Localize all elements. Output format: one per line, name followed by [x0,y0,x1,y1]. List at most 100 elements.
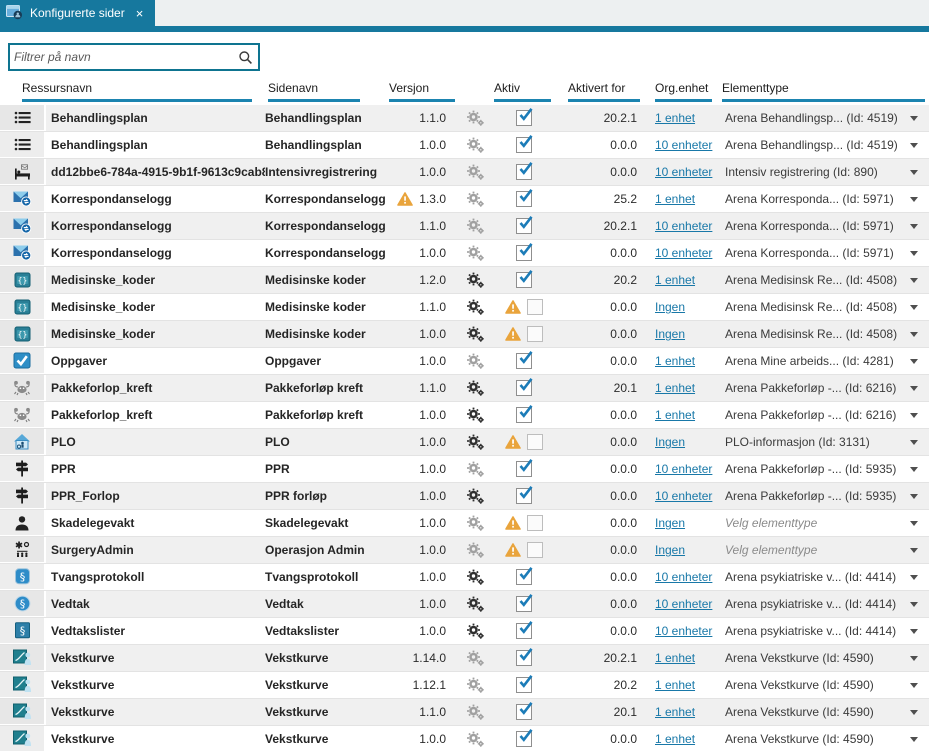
aktiv-checkbox[interactable] [526,515,543,531]
aktiv-checkbox[interactable] [515,270,533,288]
column-header-versjon[interactable]: Versjon [389,81,455,102]
chevron-down-icon[interactable] [910,223,918,229]
org-enhet-link[interactable]: 10 enheter [655,624,712,638]
chevron-down-icon[interactable] [910,682,918,688]
aktiv-checkbox[interactable] [515,108,533,126]
row-settings-gear-icon[interactable] [455,159,495,185]
column-header-org-enhet[interactable]: Org.enhet [655,81,712,102]
elementtype-caret[interactable] [899,591,929,617]
org-enhet-link[interactable]: 10 enheter [655,462,712,476]
row-settings-gear-icon[interactable] [455,645,495,671]
elementtype-caret[interactable] [899,726,929,752]
aktiv-checkbox[interactable] [515,405,533,423]
aktiv-checkbox[interactable] [515,675,533,693]
aktiv-checkbox[interactable] [515,243,533,261]
aktiv-checkbox[interactable] [515,216,533,234]
elementtype-caret[interactable] [899,456,929,482]
elementtype-caret[interactable] [899,267,929,293]
org-enhet-link[interactable]: Ingen [655,435,685,449]
elementtype-caret[interactable] [899,402,929,428]
elementtype-caret[interactable] [899,483,929,509]
elementtype-dropdown[interactable]: Arena Mine arbeids... (Id: 4281) [722,348,899,374]
org-enhet-link[interactable]: 1 enhet [655,192,695,206]
elementtype-dropdown[interactable]: Arena psykiatriske v... (Id: 4414) [722,618,899,644]
filter-input[interactable] [10,45,238,69]
chevron-down-icon[interactable] [910,115,918,121]
row-settings-gear-icon[interactable] [455,213,495,239]
elementtype-dropdown[interactable]: Arena Korresponda... (Id: 5971) [722,240,899,266]
aktiv-checkbox[interactable] [526,299,543,315]
aktiv-checkbox[interactable] [526,434,543,450]
org-enhet-link[interactable]: Ingen [655,516,685,530]
row-settings-gear-icon[interactable] [455,429,495,455]
org-enhet-link[interactable]: 1 enhet [655,111,695,125]
chevron-down-icon[interactable] [910,169,918,175]
elementtype-dropdown[interactable]: Intensiv registrering (Id: 890) [722,159,899,185]
row-settings-gear-icon[interactable] [455,699,495,725]
aktiv-checkbox[interactable] [515,135,533,153]
aktiv-checkbox[interactable] [515,702,533,720]
elementtype-dropdown[interactable]: Arena Pakkeforløp -... (Id: 5935) [722,456,899,482]
chevron-down-icon[interactable] [910,439,918,445]
chevron-down-icon[interactable] [910,601,918,607]
row-settings-gear-icon[interactable] [455,267,495,293]
elementtype-caret[interactable] [899,537,929,563]
elementtype-dropdown[interactable]: PLO-informasjon (Id: 3131) [722,429,899,455]
row-settings-gear-icon[interactable] [455,375,495,401]
elementtype-dropdown[interactable]: Arena Korresponda... (Id: 5971) [722,186,899,212]
chevron-down-icon[interactable] [910,709,918,715]
row-settings-gear-icon[interactable] [455,321,495,347]
elementtype-dropdown[interactable]: Arena Vekstkurve (Id: 4590) [722,672,899,698]
org-enhet-link[interactable]: 1 enhet [655,354,695,368]
aktiv-checkbox[interactable] [515,567,533,585]
column-header-sidenavn[interactable]: Sidenavn [268,81,360,102]
org-enhet-link[interactable]: 10 enheter [655,138,712,152]
elementtype-caret[interactable] [899,645,929,671]
column-header-aktiv[interactable]: Aktiv [494,81,551,102]
aktiv-checkbox[interactable] [515,486,533,504]
chevron-down-icon[interactable] [910,277,918,283]
org-enhet-link[interactable]: 1 enhet [655,705,695,719]
row-settings-gear-icon[interactable] [455,618,495,644]
aktiv-checkbox[interactable] [515,459,533,477]
chevron-down-icon[interactable] [910,520,918,526]
chevron-down-icon[interactable] [910,547,918,553]
aktiv-checkbox[interactable] [515,729,533,747]
elementtype-caret[interactable] [899,429,929,455]
elementtype-caret[interactable] [899,321,929,347]
elementtype-dropdown[interactable]: Arena psykiatriske v... (Id: 4414) [722,591,899,617]
row-settings-gear-icon[interactable] [455,483,495,509]
chevron-down-icon[interactable] [910,250,918,256]
chevron-down-icon[interactable] [910,655,918,661]
elementtype-caret[interactable] [899,699,929,725]
elementtype-caret[interactable] [899,564,929,590]
elementtype-caret[interactable] [899,213,929,239]
elementtype-caret[interactable] [899,375,929,401]
row-settings-gear-icon[interactable] [455,672,495,698]
elementtype-dropdown[interactable]: Arena psykiatriske v... (Id: 4414) [722,564,899,590]
aktiv-checkbox[interactable] [515,594,533,612]
elementtype-caret[interactable] [899,159,929,185]
elementtype-dropdown[interactable]: Arena Pakkeforløp -... (Id: 6216) [722,402,899,428]
row-settings-gear-icon[interactable] [455,564,495,590]
org-enhet-link[interactable]: 10 enheter [655,489,712,503]
row-settings-gear-icon[interactable] [455,105,495,131]
elementtype-caret[interactable] [899,348,929,374]
column-header-elementtype[interactable]: Elementtype [722,81,925,102]
row-settings-gear-icon[interactable] [455,186,495,212]
row-settings-gear-icon[interactable] [455,240,495,266]
elementtype-dropdown[interactable]: Arena Vekstkurve (Id: 4590) [722,699,899,725]
chevron-down-icon[interactable] [910,358,918,364]
aktiv-checkbox[interactable] [515,351,533,369]
org-enhet-link[interactable]: 10 enheter [655,165,712,179]
org-enhet-link[interactable]: 1 enhet [655,678,695,692]
row-settings-gear-icon[interactable] [455,726,495,752]
org-enhet-link[interactable]: 1 enhet [655,273,695,287]
org-enhet-link[interactable]: 1 enhet [655,651,695,665]
elementtype-dropdown[interactable]: Arena Behandlingsp... (Id: 4519) [722,132,899,158]
aktiv-checkbox[interactable] [515,378,533,396]
elementtype-dropdown[interactable]: Velg elementtype [722,510,899,536]
elementtype-dropdown[interactable]: Arena Behandlingsp... (Id: 4519) [722,105,899,131]
chevron-down-icon[interactable] [910,331,918,337]
elementtype-caret[interactable] [899,186,929,212]
